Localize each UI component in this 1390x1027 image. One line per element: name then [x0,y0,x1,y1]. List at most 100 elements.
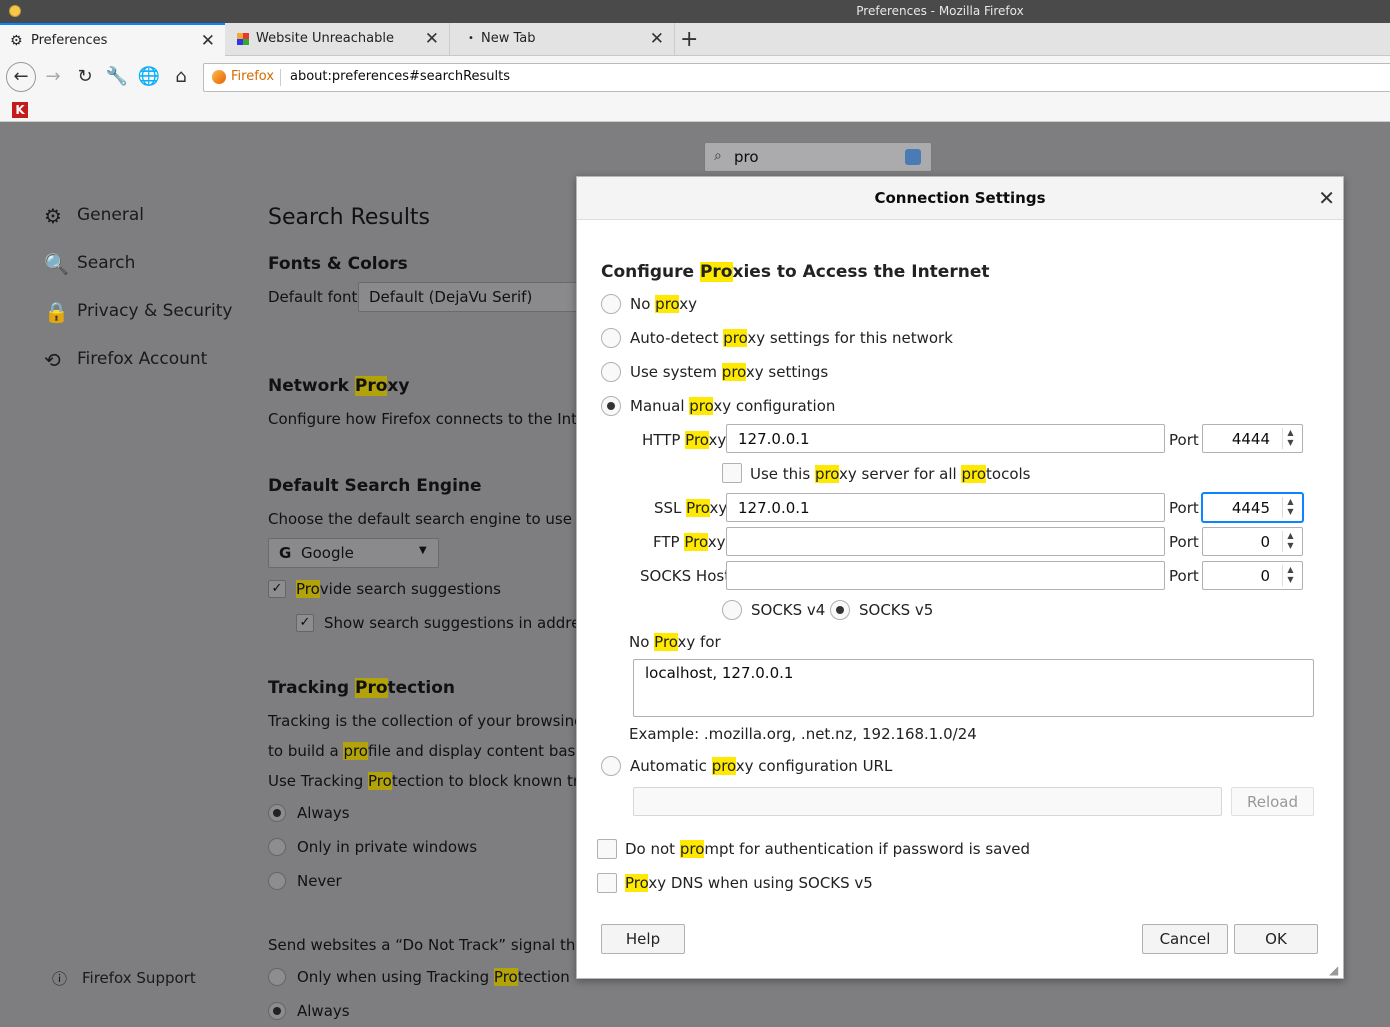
sidebar-item-label: Search [77,253,136,273]
ok-button[interactable]: OK [1234,924,1318,954]
socks-port-stepper[interactable]: 0 ▲ ▼ [1202,561,1303,590]
close-tab-icon[interactable]: ✕ [425,29,439,49]
spin-arrows-icon[interactable]: ▲ ▼ [1282,497,1298,518]
identity-label[interactable]: Firefox [231,69,274,84]
sidebar-item-label: General [77,205,144,225]
google-g-icon: G [279,544,292,562]
resize-grip-icon[interactable]: ◢ [1329,963,1338,977]
back-arrow-icon[interactable]: ← [6,62,36,92]
lock-icon: 🔒 [44,300,69,324]
spin-arrows-icon[interactable]: ▲ ▼ [1282,428,1298,449]
globe-icon[interactable]: 🌐 [137,65,161,89]
colorful-grid-icon [237,33,249,45]
search-engine-select[interactable]: G Google ▼ [268,538,439,568]
home-icon[interactable]: ⌂ [169,65,193,89]
tp-always-radio[interactable] [268,804,286,822]
sidebar-item-label: Firefox Account [77,349,208,369]
tab-new-tab[interactable]: • New Tab ✕ [450,23,675,56]
tab-label: Preferences [31,33,108,48]
tab-label: New Tab [481,31,536,46]
no-proxy-textarea[interactable]: localhost, 127.0.0.1 [633,659,1314,717]
socks-v5-radio[interactable] [830,600,850,620]
tab-preferences[interactable]: ⚙ Preferences ✕ [0,23,225,56]
manual-proxy-label: Manual proxy configuration [630,397,836,415]
search-query[interactable]: pro [734,148,759,166]
network-desc: Configure how Firefox connects to the In… [268,410,602,428]
chevron-down-icon: ▼ [419,545,427,556]
puzzle-icon [905,149,921,165]
dialog-header: Connection Settings ✕ [577,177,1343,220]
socks-v5-label: SOCKS v5 [859,601,934,619]
reload-button[interactable]: Reload [1231,787,1314,816]
tp-never-radio[interactable] [268,872,286,890]
socks-v4-radio[interactable] [722,600,742,620]
tp-private-label: Only in private windows [297,838,478,856]
gear-icon: ⚙ [44,204,62,228]
help-button[interactable]: Help [601,924,685,954]
engine-value: Google [301,544,354,562]
search-icon: ⌕ [714,148,722,164]
bookmarks-toolbar: K [0,98,1390,122]
close-tab-icon[interactable]: ✕ [650,29,664,49]
ftp-proxy-label: FTP Proxy [653,533,726,551]
no-proxy-radio[interactable] [601,294,621,314]
page-title: Search Results [268,205,431,230]
ssl-port-label: Port [1169,499,1199,517]
network-proxy-heading: Network Proxy [268,376,410,396]
url-bar[interactable]: Firefox about:preferences#searchResults [203,63,1390,92]
no-prompt-checkbox[interactable] [597,839,617,859]
firefox-logo-icon [212,70,226,84]
tab-website-unreachable[interactable]: Website Unreachable ✕ [225,23,450,56]
preferences-search-box[interactable]: ⌕ pro [704,142,932,172]
ssl-port-value: 4445 [1231,499,1270,517]
http-proxy-label: HTTP Proxy [642,431,727,449]
close-icon[interactable]: ✕ [1318,186,1335,210]
auto-detect-radio[interactable] [601,328,621,348]
tp-desc-3: Use Tracking Protection to block known t… [268,772,606,790]
pac-url-input[interactable] [633,787,1222,816]
ftp-port-stepper[interactable]: 0 ▲ ▼ [1202,527,1303,556]
pac-url-radio[interactable] [601,756,621,776]
cancel-button[interactable]: Cancel [1142,924,1228,954]
spin-arrows-icon[interactable]: ▲ ▼ [1282,565,1298,586]
show-suggestions-checkbox[interactable]: ✓ [296,614,314,632]
sidebar-item-label: Privacy & Security [77,301,233,321]
no-proxy-example: Example: .mozilla.org, .net.nz, 192.168.… [629,725,977,743]
ftp-proxy-input[interactable] [726,527,1165,556]
connection-settings-dialog: Connection Settings ✕ Configure Proxies … [576,176,1344,979]
reload-icon[interactable]: ↻ [73,65,97,89]
tp-never-label: Never [297,872,342,890]
default-font-select[interactable]: Default (DejaVu Serif) [358,282,578,312]
dialog-title: Connection Settings [874,189,1046,207]
ssl-port-stepper[interactable]: 4445 ▲ ▼ [1202,493,1303,522]
proxy-dns-checkbox[interactable] [597,873,617,893]
fonts-heading: Fonts & Colors [268,254,408,274]
dnt-only-radio[interactable] [268,968,286,986]
close-tab-icon[interactable]: ✕ [201,31,215,51]
url-separator [280,69,281,86]
tp-private-radio[interactable] [268,838,286,856]
default-font-value: Default (DejaVu Serif) [369,288,533,306]
system-proxy-radio[interactable] [601,362,621,382]
system-proxy-label: Use system proxy settings [630,363,829,381]
forward-arrow-icon[interactable]: → [41,65,65,89]
all-protocols-checkbox[interactable] [722,463,742,483]
no-proxy-for-label: No Proxy for [629,633,721,651]
new-tab-icon[interactable]: + [680,27,698,52]
dnt-only-label: Only when using Tracking Protection [297,968,570,986]
window-titlebar: Preferences - Mozilla Firefox [0,0,1390,23]
http-port-label: Port [1169,431,1199,449]
k-bookmark-icon[interactable]: K [12,102,28,118]
manual-proxy-radio[interactable] [601,396,621,416]
dnt-always-radio[interactable] [268,1002,286,1020]
ssl-proxy-input[interactable]: 127.0.0.1 [726,493,1165,522]
socks-host-input[interactable] [726,561,1165,590]
spin-arrows-icon[interactable]: ▲ ▼ [1282,531,1298,552]
http-port-stepper[interactable]: 4444 ▲ ▼ [1202,424,1303,453]
wrench-icon[interactable]: 🔧 [105,65,129,89]
provide-suggestions-checkbox[interactable]: ✓ [268,580,286,598]
url-text[interactable]: about:preferences#searchResults [290,69,510,84]
dnt-always-label: Always [297,1002,350,1020]
ssl-proxy-label: SSL Proxy [654,499,728,517]
http-proxy-input[interactable]: 127.0.0.1 [726,424,1165,453]
